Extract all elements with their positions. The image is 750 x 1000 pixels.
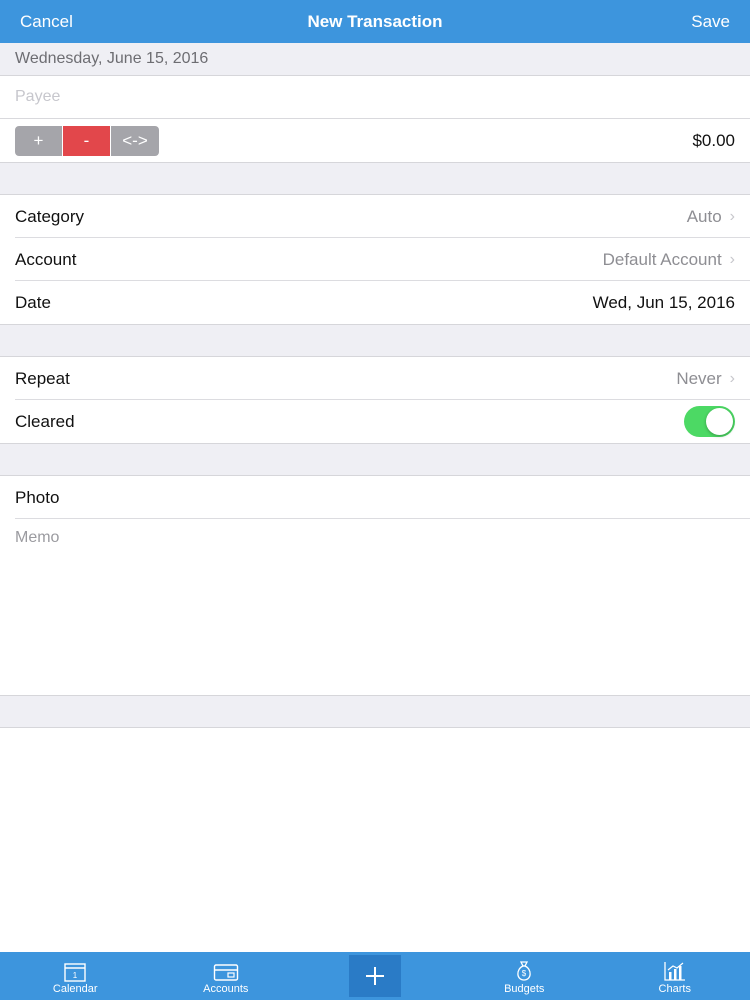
tab-calendar-label: Calendar [52, 983, 98, 995]
repeat-value-group: Never › [676, 369, 735, 389]
section-spacer [0, 325, 750, 357]
transfer-segment[interactable]: <-> [111, 125, 159, 156]
date-label: Date [15, 292, 51, 312]
tab-charts-label: Charts [658, 983, 691, 995]
photo-label: Photo [15, 487, 60, 507]
tab-charts[interactable]: Charts [600, 952, 750, 1000]
chevron-right-icon: › [729, 250, 735, 268]
amount-value[interactable]: $0.00 [692, 131, 735, 151]
section-spacer [0, 696, 750, 728]
toggle-knob [706, 408, 733, 435]
amount-row: + - <-> $0.00 [0, 119, 750, 163]
account-value-group: Default Account › [603, 250, 735, 270]
memo-input[interactable] [15, 529, 735, 685]
chevron-right-icon: › [729, 369, 735, 387]
tab-budgets[interactable]: $ Budgets [449, 952, 600, 1000]
calendar-icon: 1 [64, 963, 86, 982]
repeat-row[interactable]: Repeat Never › [0, 357, 750, 400]
payee-row [0, 76, 750, 119]
photo-row[interactable]: Photo [0, 476, 750, 519]
date-row[interactable]: Date Wed, Jun 15, 2016 [0, 281, 750, 324]
section-spacer [0, 444, 750, 476]
chevron-right-icon: › [729, 207, 735, 225]
account-value: Default Account [602, 249, 722, 269]
category-value: Auto [686, 206, 722, 226]
save-button[interactable]: Save [691, 12, 730, 32]
cleared-row: Cleared [0, 400, 750, 443]
expense-segment[interactable]: - [63, 125, 111, 156]
account-row[interactable]: Account Default Account › [0, 238, 750, 281]
chart-icon [664, 962, 685, 981]
category-row[interactable]: Category Auto › [0, 195, 750, 238]
tab-budgets-label: Budgets [504, 983, 545, 995]
payee-input[interactable] [15, 88, 735, 106]
cleared-label: Cleared [15, 411, 75, 431]
svg-text:1: 1 [73, 971, 78, 980]
income-segment[interactable]: + [15, 125, 63, 156]
plus-icon [366, 967, 384, 985]
add-transaction-button[interactable] [349, 955, 401, 997]
category-value-group: Auto › [687, 207, 735, 227]
date-value: Wed, Jun 15, 2016 [592, 292, 735, 312]
account-label: Account [15, 249, 77, 269]
nav-bar: Cancel New Transaction Save [0, 0, 750, 43]
tab-accounts-label: Accounts [203, 983, 249, 995]
transaction-type-selector: + - <-> [15, 125, 159, 156]
tab-accounts[interactable]: Accounts [151, 952, 302, 1000]
tab-calendar[interactable]: 1 Calendar [0, 952, 151, 1000]
tab-bar: 1 Calendar Accounts $ Budgets Charts [0, 952, 750, 1000]
cancel-button[interactable]: Cancel [20, 12, 73, 32]
cleared-toggle[interactable] [684, 406, 735, 437]
page-title: New Transaction [307, 11, 443, 31]
category-label: Category [15, 206, 84, 226]
date-header: Wednesday, June 15, 2016 [0, 43, 750, 76]
memo-area [0, 519, 750, 695]
repeat-value: Never [676, 368, 722, 388]
section-spacer [0, 163, 750, 195]
card-icon [213, 964, 238, 981]
svg-text:$: $ [522, 969, 527, 978]
money-bag-icon: $ [517, 961, 532, 981]
repeat-label: Repeat [15, 368, 70, 388]
